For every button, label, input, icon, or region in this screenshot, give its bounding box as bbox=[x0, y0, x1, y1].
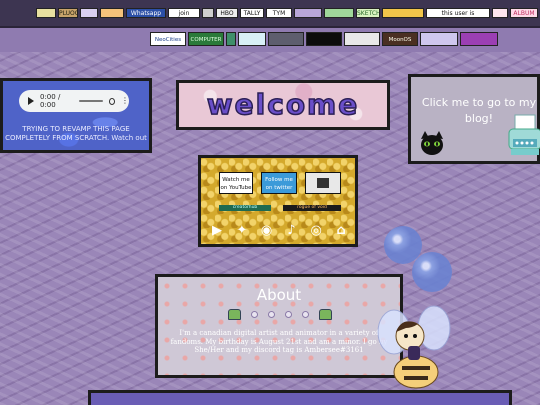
bee-character-image bbox=[377, 305, 451, 389]
welcome-title: welcome bbox=[206, 87, 360, 122]
about-panel: About I'm a canadian digital artist and … bbox=[155, 274, 403, 378]
youtube-icon[interactable]: ▶ bbox=[209, 223, 225, 239]
instagram-icon[interactable]: ◎ bbox=[308, 223, 324, 239]
bubble-decoration bbox=[412, 252, 452, 292]
rogue-strip[interactable]: rogue of void bbox=[283, 205, 341, 211]
tiktok-icon[interactable]: ♪ bbox=[283, 223, 299, 239]
stamp-15 bbox=[492, 8, 508, 18]
stamp-8: TALLY bbox=[240, 8, 264, 18]
stamp-14: this user is bbox=[426, 8, 490, 18]
button-88-9[interactable] bbox=[460, 32, 498, 46]
cupcake-icon bbox=[228, 308, 241, 320]
dot-icon bbox=[268, 310, 275, 318]
cupcake-icon bbox=[319, 308, 332, 320]
third-button[interactable] bbox=[305, 172, 341, 194]
typewriter-icon bbox=[508, 114, 540, 155]
dot-icon bbox=[285, 310, 292, 318]
stamp-4: Whatsapp bbox=[126, 8, 166, 18]
social-icon-row: ▶ ✦ ◉ ♪ ◎ ⌂ bbox=[209, 223, 349, 239]
stamp-1: PLUOO bbox=[58, 8, 78, 18]
stamp-13 bbox=[382, 8, 424, 18]
button-88-5[interactable] bbox=[306, 32, 342, 46]
dot-icon bbox=[302, 310, 309, 318]
bottom-banner bbox=[88, 390, 512, 405]
stamp-3 bbox=[100, 8, 124, 18]
dot-icon bbox=[251, 310, 258, 318]
button-88-7[interactable]: MoonOS bbox=[382, 32, 418, 46]
home-icon[interactable]: ⌂ bbox=[333, 223, 349, 239]
play-icon[interactable] bbox=[28, 97, 34, 105]
about-text: I'm a canadian digital artist and animat… bbox=[170, 329, 388, 354]
black-cat-icon bbox=[421, 131, 443, 155]
button-88-1[interactable]: COMPUTER bbox=[188, 32, 224, 46]
about-title: About bbox=[256, 286, 302, 304]
audio-time: 0:00 / 0:00 bbox=[40, 93, 61, 109]
stamp-10 bbox=[294, 8, 322, 18]
button-88-3[interactable] bbox=[238, 32, 266, 46]
more-options-icon[interactable]: ⋮ bbox=[121, 97, 129, 105]
button-88-6[interactable] bbox=[344, 32, 380, 46]
stamp-16: ALBUM bbox=[510, 8, 538, 18]
twitter-icon[interactable]: ✦ bbox=[234, 223, 250, 239]
audio-progress[interactable] bbox=[79, 100, 103, 102]
button-88-0[interactable]: NeoCities bbox=[150, 32, 186, 46]
stamp-2 bbox=[80, 8, 98, 18]
sketch-icon bbox=[317, 178, 329, 188]
stamp-6 bbox=[202, 8, 214, 18]
decoration-row bbox=[228, 308, 332, 320]
audio-player[interactable]: 0:00 / 0:00 ⋮ bbox=[19, 90, 129, 112]
blog-link[interactable]: Click me to go to my blog! bbox=[408, 74, 540, 164]
welcome-banner: welcome bbox=[176, 80, 390, 130]
volume-icon[interactable] bbox=[108, 97, 115, 105]
social-links-panel: Watch me on YouTube Follow me on twitter… bbox=[198, 155, 358, 247]
audio-note: TRYING TO REVAMP THIS PAGE COMPLETELY FR… bbox=[5, 125, 147, 142]
audio-panel: 0:00 / 0:00 ⋮ TRYING TO REVAMP THIS PAGE… bbox=[0, 78, 152, 153]
creatorhub-strip[interactable]: creatorhub bbox=[219, 205, 271, 211]
button-88-8[interactable] bbox=[420, 32, 458, 46]
stamp-7: HBO bbox=[216, 8, 238, 18]
stamp-11 bbox=[324, 8, 354, 18]
youtube-button-label: Watch me on YouTube bbox=[220, 177, 252, 191]
stamp-12: SKETCHES bbox=[356, 8, 380, 18]
button-88-4[interactable] bbox=[268, 32, 304, 46]
twitter-button-label: Follow me on twitter bbox=[265, 177, 293, 191]
twitter-button[interactable]: Follow me on twitter bbox=[261, 172, 297, 194]
youtube-button[interactable]: Watch me on YouTube bbox=[219, 172, 253, 194]
stamp-5: join bbox=[168, 8, 200, 18]
discord-icon[interactable]: ◉ bbox=[259, 223, 275, 239]
button-88-2[interactable] bbox=[226, 32, 236, 46]
stamp-9: TYM bbox=[266, 8, 292, 18]
stamp-0 bbox=[36, 8, 56, 18]
